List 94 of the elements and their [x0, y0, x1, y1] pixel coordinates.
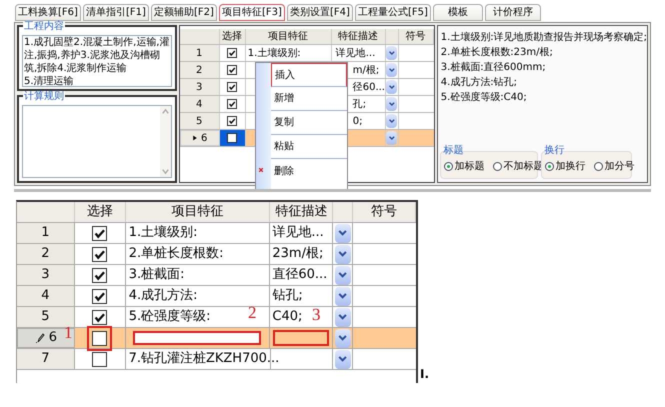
- description-line: 3.桩截面:直径600mm;: [440, 62, 547, 74]
- checkbox[interactable]: [227, 82, 238, 92]
- table-cell-text: 3.桩截面:: [128, 266, 185, 284]
- checkbox[interactable]: [92, 352, 108, 366]
- tab[interactable]: 工程量公式[F5]: [355, 4, 431, 21]
- description-line: 5.砼强度等级:C40;: [440, 92, 528, 104]
- checkbox[interactable]: [227, 65, 238, 75]
- row-number: 7: [41, 350, 50, 368]
- checkbox[interactable]: [227, 133, 238, 143]
- checkbox[interactable]: [227, 116, 238, 126]
- tab[interactable]: 工料换算[F6]: [15, 4, 81, 21]
- description-line: 1.土壤级别:详见地质勘查报告并现场考察确定;: [440, 32, 647, 44]
- table-cell-text: 详见地...: [336, 46, 376, 60]
- menu-item[interactable]: 插入: [271, 63, 347, 87]
- row-number: 3: [196, 80, 202, 94]
- check-icon: [228, 66, 236, 74]
- radio-option[interactable]: 加换行: [544, 159, 586, 174]
- check-icon: [228, 117, 236, 125]
- radio-option[interactable]: 加标题: [444, 159, 485, 174]
- table-cell-text: m/根;: [352, 64, 380, 78]
- checkbox[interactable]: [92, 226, 108, 240]
- cursor-mark: I.: [420, 367, 430, 381]
- row-number: 4: [196, 98, 202, 112]
- checkbox[interactable]: [227, 48, 238, 58]
- row-number: 5: [41, 308, 50, 326]
- checkbox[interactable]: [92, 288, 108, 304]
- description-line: 4.成孔方法:钻孔;: [440, 77, 518, 89]
- row-number: 6: [201, 132, 208, 146]
- column-header: 选择: [220, 29, 246, 44]
- row-number: 4: [41, 287, 50, 306]
- check-icon: [93, 268, 106, 282]
- group-title: 工程内容: [23, 21, 65, 33]
- table-cell-text: 1.土壤级别:: [248, 46, 301, 60]
- row-number: 1: [196, 46, 202, 60]
- annotation-number: 2: [248, 304, 256, 322]
- calc-rules-field[interactable]: [22, 105, 172, 178]
- check-icon: [93, 248, 106, 260]
- input-field[interactable]: [273, 330, 330, 346]
- table-cell-text: 4.成孔方法:: [128, 287, 198, 306]
- menu-item[interactable]: 粘贴: [271, 135, 347, 159]
- checkbox[interactable]: [92, 268, 108, 282]
- check-icon: [93, 310, 106, 324]
- column-header: 项目特征: [126, 202, 270, 222]
- column-header: 符号: [353, 202, 416, 222]
- table-cell-text: 23m/根;: [272, 245, 324, 264]
- check-icon: [93, 226, 106, 240]
- menu-item[interactable]: 复制: [271, 111, 347, 135]
- table-cell-text: 1.土壤级别:: [128, 224, 198, 242]
- tab[interactable]: 清单指引[F1]: [83, 4, 149, 21]
- menu-item[interactable]: 删除: [271, 159, 347, 183]
- tab[interactable]: 模板: [433, 4, 483, 21]
- row-number: 5: [196, 114, 202, 128]
- group-title: 标题: [444, 145, 464, 157]
- delete-icon: [258, 167, 264, 173]
- table-cell-text: 5.砼强度等级:: [128, 308, 211, 326]
- column-header: 选择: [74, 202, 126, 222]
- table-cell-text: 7.钻孔灌注桩ZKZH700...: [128, 350, 280, 368]
- input-field[interactable]: [132, 331, 261, 345]
- table-cell-text: 直径60...: [272, 266, 328, 284]
- row-number: 6: [48, 329, 58, 348]
- annotation-number: 1: [64, 324, 72, 342]
- tab[interactable]: 项目特征[F3]: [219, 4, 285, 21]
- radio-option[interactable]: 加分号: [594, 159, 635, 174]
- table-cell-text: 钻孔;: [272, 287, 303, 306]
- row-number: 3: [41, 266, 50, 284]
- checkbox[interactable]: [92, 246, 108, 262]
- check-icon: [228, 49, 236, 57]
- menu-item[interactable]: 新增: [271, 87, 347, 111]
- row-number: 2: [196, 64, 202, 78]
- check-icon: [228, 83, 236, 91]
- check-icon: [93, 290, 106, 302]
- tab[interactable]: 类别设置[F4]: [287, 4, 353, 21]
- row-number: 1: [41, 224, 50, 242]
- group-title: 换行: [544, 145, 565, 157]
- check-icon: [228, 100, 236, 108]
- table-cell-text: 孔;: [352, 98, 366, 112]
- table-cell-text: C40;: [272, 308, 302, 326]
- work-content-text: 1.成孔固壁2.混凝土制作,运输,灌注,振捣,养护3.泥浆池及沟槽砌筑,拆除4.泥浆制作运输 5.清理运输: [22, 35, 172, 87]
- table-cell-text: 0;: [352, 114, 362, 128]
- tab[interactable]: 计价程序: [485, 4, 541, 21]
- column-header: 项目特征: [246, 29, 332, 44]
- checkbox[interactable]: [227, 99, 238, 109]
- group-title: 计算规则: [23, 91, 65, 103]
- table-cell-text: 径60...: [352, 80, 385, 94]
- column-header: 特征描述: [332, 29, 386, 44]
- column-header: 符号: [398, 29, 434, 44]
- row-number: 2: [41, 245, 50, 264]
- tab[interactable]: 定额辅助[F2]: [151, 4, 217, 21]
- table-cell-text: 2.单桩长度根数:: [128, 245, 224, 264]
- column-header: 特征描述: [270, 202, 334, 222]
- checkbox[interactable]: [92, 310, 108, 324]
- table-cell-text: 详见地...: [272, 224, 324, 242]
- description-line: 2.单桩长度根数:23m/根;: [440, 47, 554, 59]
- annotation-number: 3: [312, 306, 320, 324]
